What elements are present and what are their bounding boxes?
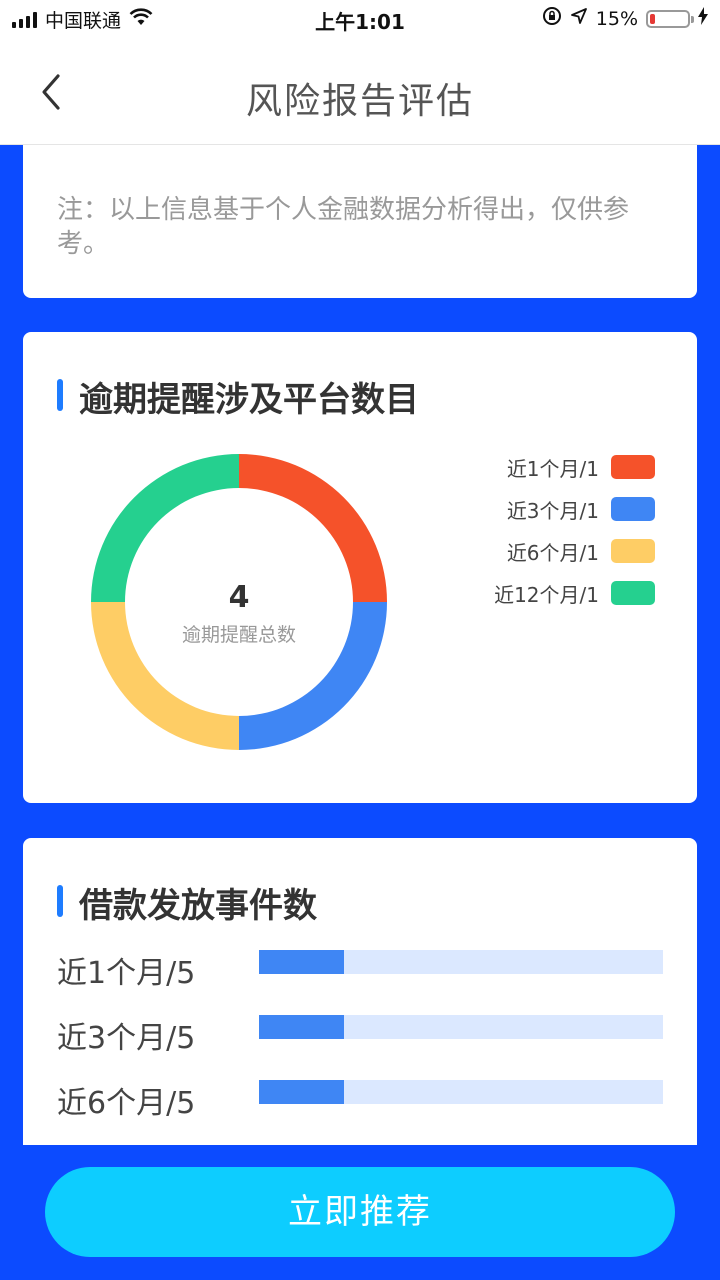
loan-bar-row-clipped (57, 1143, 663, 1145)
loan-bar-fill (259, 1080, 344, 1104)
loan-bar-track (259, 1015, 663, 1039)
note-card: 注：以上信息基于个人金融数据分析得出，仅供参考。 (23, 145, 697, 298)
legend-label: 近3个月/1 (506, 498, 599, 523)
page-title: 风险报告评估 (245, 81, 474, 122)
loan-bar-row: 近1个月/5 (57, 948, 663, 991)
section-title-loans: 借款发放事件数 (57, 878, 317, 927)
loan-bar-fill (259, 950, 344, 974)
legend-swatch (611, 539, 655, 563)
recommend-button[interactable]: 立即推荐 (45, 1167, 675, 1257)
loan-events-card: 借款发放事件数 近1个月/5 近3个月/5 近6个月/5 (23, 838, 697, 1145)
legend-label: 近1个月/1 (506, 456, 599, 481)
legend-swatch (611, 455, 655, 479)
section-title-loans-text: 借款发放事件数 (79, 886, 317, 926)
chart-legend: 近1个月/1 近3个月/1 近6个月/1 近12个月/1 (494, 446, 655, 614)
location-icon (570, 7, 588, 30)
legend-item: 近6个月/1 (494, 530, 655, 572)
loan-bar-fill (259, 1015, 344, 1039)
loan-bar-label: 近1个月/5 (57, 956, 196, 991)
legend-item: 近12个月/1 (494, 572, 655, 614)
loan-bar-row: 近6个月/5 (57, 1078, 663, 1121)
legend-swatch (611, 497, 655, 521)
donut-chart: 4 逾期提醒总数 (89, 452, 389, 752)
legend-label: 近12个月/1 (494, 582, 599, 607)
content-scroll[interactable]: 注：以上信息基于个人金融数据分析得出，仅供参考。 逾期提醒涉及平台数目 4 逾期… (0, 145, 720, 1145)
nav-bar: 风险报告评估 (0, 40, 720, 145)
status-bar: 中国联通 上午1:01 15% (0, 0, 720, 40)
battery-icon (646, 9, 694, 28)
section-title-overdue: 逾期提醒涉及平台数目 (57, 372, 419, 421)
loan-bar-label: 近6个月/5 (57, 1086, 196, 1121)
loan-bar-label: 近3个月/5 (57, 1021, 196, 1056)
loan-bar-track (259, 950, 663, 974)
charging-icon (698, 7, 708, 30)
title-accent-bar (57, 379, 63, 411)
overdue-platforms-card: 逾期提醒涉及平台数目 4 逾期提醒总数 近1个月/1 近3个月/1 近6个月/1 近1… (23, 332, 697, 803)
status-right: 15% (542, 6, 708, 31)
legend-swatch (611, 581, 655, 605)
legend-label: 近6个月/1 (506, 540, 599, 565)
legend-item: 近3个月/1 (494, 488, 655, 530)
note-text: 注：以上信息基于个人金融数据分析得出，仅供参考。 (57, 195, 630, 259)
section-title-overdue-text: 逾期提醒涉及平台数目 (79, 380, 419, 420)
battery-percent: 15% (595, 7, 638, 30)
donut-total-value: 4 (228, 580, 250, 615)
title-accent-bar (57, 885, 63, 917)
donut-total-label: 逾期提醒总数 (181, 624, 296, 646)
clipped-text-line (57, 145, 437, 147)
loan-bar-track (259, 1080, 663, 1104)
legend-item: 近1个月/1 (494, 446, 655, 488)
loan-bar-row: 近3个月/5 (57, 1013, 663, 1056)
orientation-lock-icon (542, 6, 562, 31)
